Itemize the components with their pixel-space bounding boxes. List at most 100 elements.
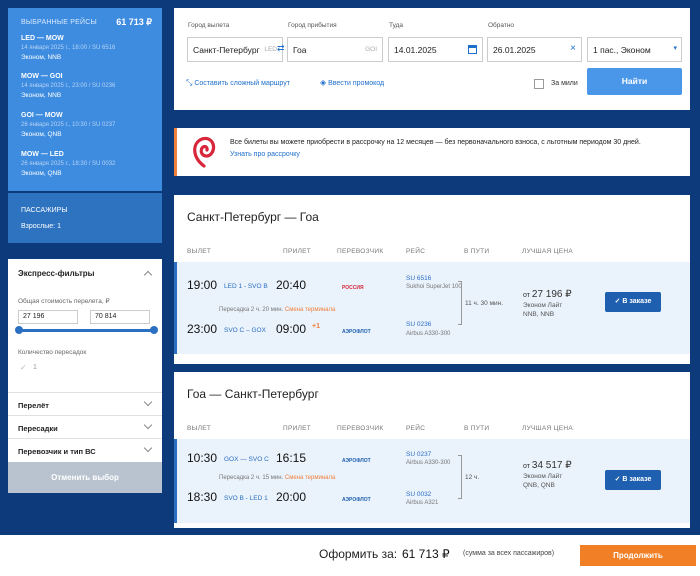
outbound-title: Санкт-Петербург — Гоа: [187, 210, 319, 224]
filter-section-carrier[interactable]: Перевозчик и тип ВС: [8, 438, 162, 461]
carrier-logo: РОССИЯ: [342, 285, 364, 291]
miles-checkbox[interactable]: [534, 79, 544, 89]
column-flight: РЕЙС: [406, 425, 426, 432]
installment-banner: Все билеты вы можете приобрести в рассро…: [174, 128, 690, 176]
column-carrier: ПЕРЕВОЗЧИК: [337, 425, 384, 432]
find-button[interactable]: Найти: [587, 68, 682, 95]
passengers-count: Взрослые: 1: [21, 223, 61, 230]
chevron-up-icon[interactable]: [143, 270, 153, 280]
to-label: Город прибытия: [288, 22, 337, 29]
selected-leg[interactable]: MOW — GOI 14 января 2025 г., 23:00 / SU …: [21, 73, 156, 99]
to-value: Гоа: [293, 45, 307, 55]
transfer-duration: Пересадка 2 ч. 15 мин.: [219, 475, 284, 481]
chevron-down-icon: [143, 397, 153, 407]
transfer-info: Пересадка 2 ч. 20 мин. Смена терминала: [219, 307, 335, 313]
leg-details: 26 января 2025 г., 10:30 / SU 0237: [21, 122, 116, 128]
installment-link[interactable]: Узнать про рассрочку: [230, 151, 300, 158]
flight-option[interactable]: 19:00 LED 1 - SVO B 20:40 РОССИЯ SU 6516…: [174, 262, 690, 354]
price-min-input[interactable]: 27 196: [18, 310, 78, 324]
segment-route[interactable]: LED 1 - SVO B: [224, 283, 268, 290]
to-field[interactable]: Гоа GOI: [287, 37, 383, 62]
selected-flights-header: ВЫБРАННЫЕ РЕЙСЫ: [21, 19, 97, 26]
transfer-info: Пересадка 2 ч. 15 мин. Смена терминала: [219, 475, 335, 481]
price-value: 34 517 ₽: [531, 460, 572, 471]
next-day-indicator: +1: [312, 323, 320, 330]
return-date-field[interactable]: 26.01.2025 ×: [487, 37, 582, 62]
promo-code-link[interactable]: ◈ Ввести промокод: [320, 78, 384, 87]
installment-text: Все билеты вы можете приобрести в рассро…: [230, 139, 641, 146]
chevron-down-icon: [143, 443, 153, 453]
filter-section-label: Перевозчик и тип ВС: [18, 447, 96, 456]
from-value: Санкт-Петербург: [193, 45, 260, 55]
filters-panel: Экспресс-фильтры Общая стоимость перелет…: [8, 259, 162, 493]
passengers-select[interactable]: 1 пас., Эконом ▾: [587, 37, 682, 62]
swap-icon[interactable]: ⇄: [277, 43, 285, 54]
selected-flights-panel: ВЫБРАННЫЕ РЕЙСЫ 61 713 ₽ LED — MOW 14 ян…: [8, 8, 162, 191]
itinerary-bracket: [458, 281, 462, 325]
checkout-label: Оформить за:: [319, 547, 398, 561]
arrival-time: 09:00: [276, 322, 307, 336]
price-max-input[interactable]: 70 814: [90, 310, 150, 324]
segment-route[interactable]: SVO B - LED 1: [224, 495, 268, 502]
checkout-note: (сумма за всех пассажиров): [463, 550, 555, 557]
arrival-time: 20:00: [276, 490, 307, 504]
terminal-change-warning: Смена терминала: [284, 307, 336, 313]
carrier-logo: АЭРОФЛОТ: [342, 458, 371, 464]
leg-route: MOW — LED: [21, 151, 64, 158]
leg-route: GOI — MOW: [21, 112, 63, 119]
slider-max-handle[interactable]: [150, 326, 158, 334]
selected-flights-total: 61 713 ₽: [116, 17, 152, 27]
column-duration: В ПУТИ: [464, 248, 490, 255]
inbound-title: Гоа — Санкт-Петербург: [187, 387, 319, 401]
in-order-button[interactable]: ✓ В заказе: [605, 470, 661, 490]
selected-leg[interactable]: MOW — LED 26 января 2025 г., 18:30 / SU …: [21, 151, 156, 177]
fare-codes: QNB, QNB: [523, 482, 555, 489]
chevron-down-icon: [143, 420, 153, 430]
slider-min-handle[interactable]: [15, 326, 23, 334]
in-order-button[interactable]: ✓ В заказе: [605, 292, 661, 312]
return-date-value: 26.01.2025: [493, 45, 536, 55]
filter-section-flight[interactable]: Перелёт: [8, 392, 162, 415]
price: от 27 196 ₽: [523, 289, 572, 300]
flight-option[interactable]: 10:30 GOX — SVO C 16:15 АЭРОФЛОТ SU 0237…: [174, 439, 690, 523]
inbound-results-card: Гоа — Санкт-Петербург ВЫЛЕТ ПРИЛЕТ ПЕРЕВ…: [174, 372, 690, 528]
filter-section-label: Пересадки: [18, 424, 58, 433]
segment-route[interactable]: SVO C – GOX: [224, 327, 266, 334]
promo-code-label: Ввести промокод: [328, 80, 385, 87]
aircraft-type: Airbus A321: [406, 500, 439, 506]
filter-section-label: Перелёт: [18, 401, 49, 410]
checkout-total: 61 713 ₽: [402, 547, 450, 561]
continue-button[interactable]: Продолжить: [580, 545, 696, 566]
price-value: 27 196 ₽: [531, 289, 572, 300]
dropdown-caret-icon: ▾: [673, 45, 677, 52]
reset-filters-button[interactable]: Отменить выбор: [8, 462, 162, 493]
clear-icon[interactable]: ×: [570, 43, 576, 54]
complex-route-link[interactable]: ⤡ Составить сложный маршрут: [186, 78, 290, 88]
selected-leg[interactable]: GOI — MOW 26 января 2025 г., 10:30 / SU …: [21, 112, 156, 138]
in-order-label: В заказе: [622, 476, 652, 483]
segment-route[interactable]: GOX — SVO C: [224, 456, 269, 463]
fare-name: Эконом Лайт: [523, 302, 563, 309]
departure-time: 19:00: [187, 278, 218, 292]
passengers-panel: ПАССАЖИРЫ Взрослые: 1: [8, 193, 162, 243]
aircraft-type: Sukhoi SuperJet 100: [406, 284, 462, 290]
to-code: GOI: [365, 46, 377, 53]
leg-class: Эконом, NNB: [21, 54, 62, 61]
selected-leg[interactable]: LED — MOW 14 января 2025 г., 18:00 / SU …: [21, 35, 156, 61]
check-icon[interactable]: ✓: [20, 363, 27, 372]
checkout-bar: Оформить за: 61 713 ₽ (сумма за всех пас…: [0, 535, 700, 576]
leg-class: Эконом, QNB: [21, 131, 62, 138]
return-label: Обратно: [488, 22, 515, 29]
departure-time: 18:30: [187, 490, 218, 504]
leg-class: Эконом, QNB: [21, 170, 62, 177]
from-field[interactable]: Санкт-Петербург LED: [187, 37, 283, 62]
total-duration: 12 ч.: [465, 474, 480, 481]
installment-logo-icon: [193, 136, 216, 168]
price-slider[interactable]: [15, 326, 158, 334]
depart-date-field[interactable]: 14.01.2025: [388, 37, 483, 62]
filter-section-transfers[interactable]: Пересадки: [8, 415, 162, 438]
total-duration: 11 ч. 30 мин.: [465, 300, 504, 307]
search-form: Город вылета Город прибытия Туда Обратно…: [174, 8, 690, 110]
column-carrier: ПЕРЕВОЗЧИК: [337, 248, 384, 255]
calendar-icon[interactable]: [468, 45, 477, 54]
